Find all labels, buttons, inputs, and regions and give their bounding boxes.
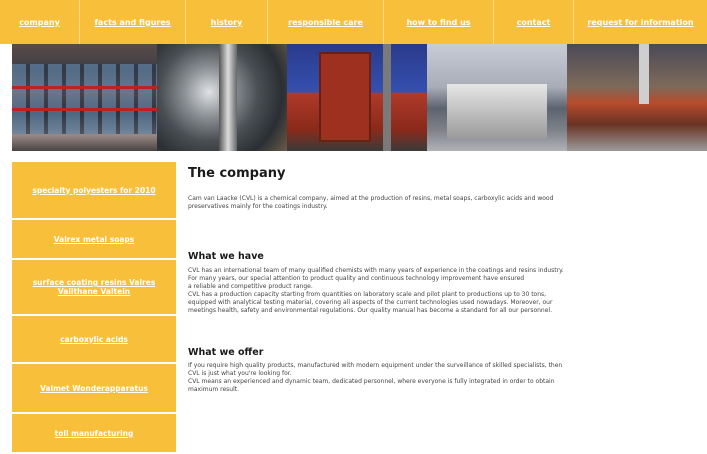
sidebar-item-specialty-polyesters[interactable]: specialty polyesters for 2010 (12, 162, 176, 220)
sidebar-item-wonderapparatus[interactable]: Valmet Wonderapparatus (12, 364, 176, 414)
nav-responsible-care[interactable]: responsible care (268, 0, 384, 44)
nav-request-for-information[interactable]: request for information (574, 0, 707, 44)
section-line: CVL is just what you're looking for. (188, 370, 292, 377)
main-content: The company Cam van Laacke (CVL) is a ch… (188, 166, 707, 393)
sidebar-item-carboxylic-acids[interactable]: carboxylic acids (12, 316, 176, 364)
sidebar-item-metal-soaps[interactable]: Valrex metal soaps (12, 220, 176, 260)
nav-facts-and-figures[interactable]: facts and figures (80, 0, 186, 44)
section-line: If you require high quality products, ma… (188, 362, 563, 369)
section-line: CVL has an international team of many qu… (188, 267, 564, 274)
page-title: The company (188, 166, 286, 181)
nav-history[interactable]: history (186, 0, 268, 44)
industrial-site-photo (567, 44, 707, 151)
top-navigation: company facts and figures history respon… (0, 0, 707, 44)
product-sidebar: specialty polyesters for 2010 Valrex met… (12, 162, 176, 454)
section-line: CVL has a production capacity starting f… (188, 291, 547, 298)
warehouse-photo (12, 44, 157, 151)
section-line: a reliable and competitive product range… (188, 283, 313, 290)
section-line: maximum result. (188, 386, 240, 393)
sidebar-item-toll-manufacturing[interactable]: toll manufacturing (12, 414, 176, 454)
nav-contact[interactable]: contact (494, 0, 574, 44)
factory-building-photo (287, 44, 427, 151)
section-heading-what-we-offer: What we offer (188, 347, 264, 358)
nav-how-to-find-us[interactable]: how to find us (384, 0, 494, 44)
section-line: equipped with analytical testing materia… (188, 299, 553, 306)
intro-line: Cam van Laacke (CVL) is a chemical compa… (188, 195, 554, 202)
section-line: For many years, our special attention to… (188, 275, 525, 282)
plant-overview-photo (427, 44, 567, 151)
reactor-photo (157, 44, 287, 151)
section-line: meetings health, safety and environmenta… (188, 307, 552, 314)
section-line: CVL means an experienced and dynamic tea… (188, 378, 555, 385)
photo-banner (12, 44, 707, 151)
intro-line: preservatives mainly for the coatings in… (188, 203, 328, 210)
nav-company[interactable]: company (0, 0, 80, 44)
sidebar-item-surface-coating-resins[interactable]: surface coating resins Valres Valithane … (12, 260, 176, 316)
section-heading-what-we-have: What we have (188, 251, 264, 262)
